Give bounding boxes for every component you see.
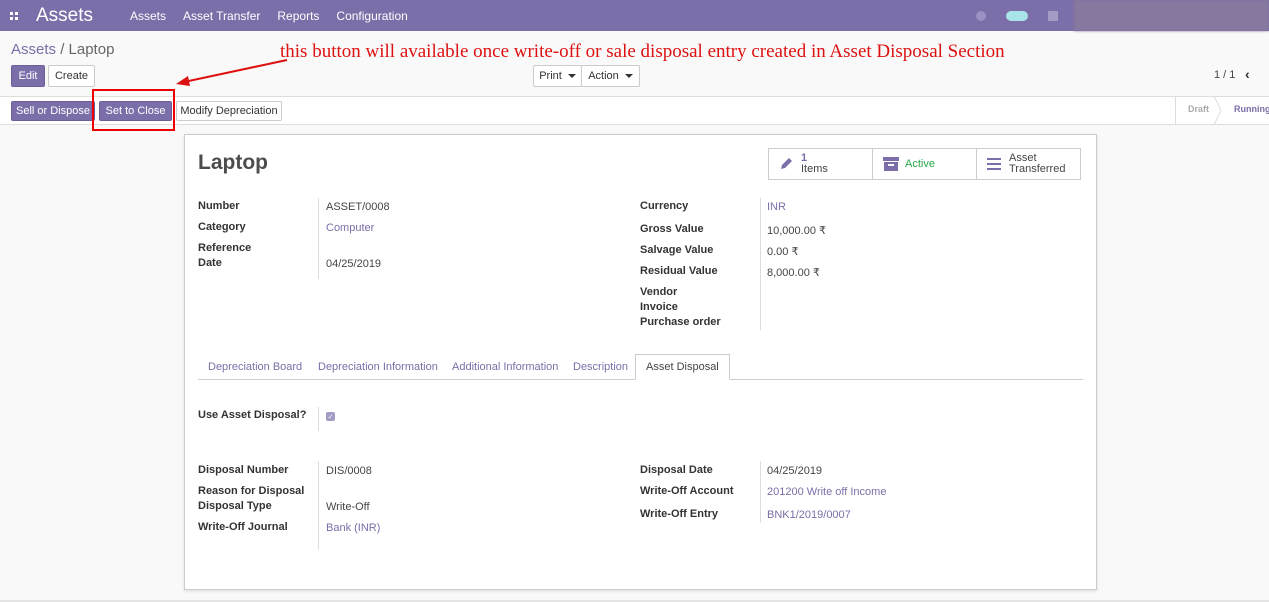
number-value[interactable]: ASSET/0008 bbox=[326, 201, 390, 213]
write-off-journal-value[interactable]: Bank (INR) bbox=[326, 522, 380, 534]
pager-prev-icon[interactable]: ‹ bbox=[1245, 66, 1250, 82]
items-label: Items bbox=[801, 163, 828, 175]
currency-value[interactable]: INR bbox=[767, 201, 786, 213]
category-value[interactable]: Computer bbox=[326, 222, 374, 234]
disposal-type-label: Disposal Type bbox=[198, 500, 272, 512]
stage-draft[interactable]: Draft bbox=[1188, 104, 1209, 114]
stage-running[interactable]: Running bbox=[1234, 104, 1269, 114]
salvage-value-label: Salvage Value bbox=[640, 244, 714, 256]
user-menu[interactable] bbox=[1074, 0, 1269, 31]
sell-or-dispose-button[interactable]: Sell or Dispose bbox=[11, 101, 95, 121]
asset-transferred-smart-button[interactable]: Asset Transferred bbox=[976, 148, 1081, 180]
write-off-journal-label: Write-Off Journal bbox=[198, 521, 288, 533]
category-label: Category bbox=[198, 221, 246, 233]
field-divider bbox=[318, 461, 319, 550]
use-asset-disposal-checkbox[interactable]: ✓ bbox=[326, 412, 335, 421]
write-off-account-value[interactable]: 201200 Write off Income bbox=[767, 486, 886, 498]
annotation-arrow-icon bbox=[176, 59, 288, 86]
toggle-icon[interactable] bbox=[1006, 10, 1028, 21]
gross-value[interactable]: 10,000.00 ₹ bbox=[767, 224, 826, 237]
active-label: Active bbox=[905, 157, 935, 170]
breadcrumb-current: Laptop bbox=[68, 41, 115, 58]
tab-additional-information[interactable]: Additional Information bbox=[452, 354, 558, 380]
breadcrumb: Assets / Laptop bbox=[11, 41, 114, 58]
tab-description[interactable]: Description bbox=[573, 354, 628, 380]
pencil-icon bbox=[779, 157, 799, 171]
field-divider bbox=[760, 461, 761, 523]
pager-value[interactable]: 1 / 1 bbox=[1214, 69, 1235, 81]
notification-icon[interactable] bbox=[976, 10, 986, 21]
field-divider bbox=[318, 198, 319, 279]
apps-grid-icon[interactable] bbox=[0, 11, 28, 20]
disposal-date-value[interactable]: 04/25/2019 bbox=[767, 465, 822, 477]
gross-value-label: Gross Value bbox=[640, 223, 704, 235]
date-label: Date bbox=[198, 257, 222, 269]
print-dropdown[interactable]: Print bbox=[533, 65, 582, 87]
breadcrumb-assets[interactable]: Assets bbox=[11, 41, 56, 58]
edit-button[interactable]: Edit bbox=[11, 65, 45, 87]
stage-separator bbox=[1175, 96, 1176, 125]
print-label: Print bbox=[539, 70, 562, 82]
action-dropdown[interactable]: Action bbox=[581, 65, 640, 87]
use-asset-disposal-label: Use Asset Disposal? bbox=[198, 409, 307, 421]
date-value[interactable]: 04/25/2019 bbox=[326, 258, 381, 270]
archive-icon bbox=[883, 157, 903, 171]
action-label: Action bbox=[588, 70, 619, 82]
menu-configuration[interactable]: Configuration bbox=[336, 9, 407, 23]
menu-assets[interactable]: Assets bbox=[130, 9, 166, 23]
smart-buttons: 1 Items Active Asset Transferred bbox=[768, 148, 1081, 180]
app-title[interactable]: Assets bbox=[36, 5, 126, 27]
messaging-icon[interactable] bbox=[1048, 10, 1058, 21]
field-divider bbox=[318, 407, 319, 431]
record-title: Laptop bbox=[198, 151, 268, 174]
disposal-type-value[interactable]: Write-Off bbox=[326, 501, 370, 513]
caret-down-icon bbox=[567, 74, 576, 78]
write-off-entry-value[interactable]: BNK1/2019/0007 bbox=[767, 509, 851, 521]
purchase-order-label: Purchase order bbox=[640, 316, 721, 328]
breadcrumb-separator: / bbox=[60, 41, 65, 58]
invoice-label: Invoice bbox=[640, 301, 678, 313]
field-divider bbox=[760, 198, 761, 330]
residual-value-label: Residual Value bbox=[640, 265, 718, 277]
form-sheet: Laptop 1 Items Active Asset Transferred Nu… bbox=[184, 134, 1097, 590]
caret-down-icon bbox=[624, 74, 633, 78]
items-smart-button[interactable]: 1 Items bbox=[768, 148, 873, 180]
vendor-label: Vendor bbox=[640, 286, 678, 298]
menu-asset-transfer[interactable]: Asset Transfer bbox=[183, 9, 260, 23]
residual-value: 8,000.00 ₹ bbox=[767, 267, 820, 279]
create-button[interactable]: Create bbox=[48, 65, 95, 87]
stage-chevron-icon bbox=[1213, 96, 1222, 125]
tab-depreciation-information[interactable]: Depreciation Information bbox=[318, 354, 438, 380]
reason-label: Reason for Disposal bbox=[198, 485, 305, 497]
number-label: Number bbox=[198, 200, 240, 212]
modify-depreciation-button[interactable]: Modify Depreciation bbox=[176, 101, 282, 121]
notebook-tabs: Depreciation Board Depreciation Informat… bbox=[198, 354, 1083, 380]
reference-label: Reference bbox=[198, 242, 252, 254]
disposal-number-value: DIS/0008 bbox=[326, 465, 372, 477]
annotation-highlight-box bbox=[92, 89, 175, 131]
annotation-text: this button will available once write-of… bbox=[280, 41, 1005, 62]
active-smart-button[interactable]: Active bbox=[872, 148, 977, 180]
currency-label: Currency bbox=[640, 200, 689, 212]
write-off-entry-label: Write-Off Entry bbox=[640, 508, 719, 520]
tab-asset-disposal[interactable]: Asset Disposal bbox=[635, 354, 730, 380]
list-icon bbox=[987, 158, 1007, 170]
asset-transfer-label-2: Transferred bbox=[1009, 163, 1066, 175]
disposal-number-label: Disposal Number bbox=[198, 464, 289, 476]
tab-depreciation-board[interactable]: Depreciation Board bbox=[208, 354, 302, 380]
disposal-date-label: Disposal Date bbox=[640, 464, 713, 476]
write-off-account-label: Write-Off Account bbox=[640, 485, 734, 497]
top-navbar: Assets Assets Asset Transfer Reports Con… bbox=[0, 0, 1269, 31]
salvage-value[interactable]: 0.00 ₹ bbox=[767, 245, 798, 258]
menu-reports[interactable]: Reports bbox=[277, 9, 319, 23]
